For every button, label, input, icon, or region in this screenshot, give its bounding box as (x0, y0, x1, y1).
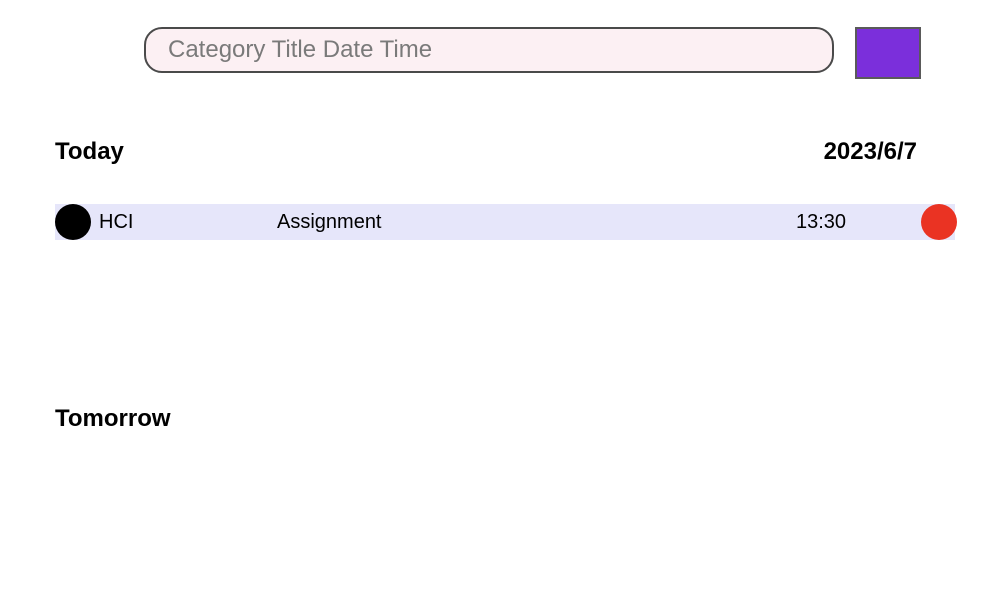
task-time: 13:30 (796, 211, 847, 233)
tomorrow-heading: Tomorrow (55, 405, 171, 432)
delete-task-button[interactable] (921, 204, 957, 240)
add-button[interactable] (855, 27, 921, 79)
search-input[interactable] (144, 27, 834, 73)
category-dot-icon (55, 204, 91, 240)
task-row[interactable]: HCI Assignment 13:30 (55, 204, 957, 240)
task-title: Assignment (277, 211, 382, 233)
today-date: 2023/6/7 (823, 138, 917, 165)
task-category: HCI (99, 211, 134, 233)
today-heading: Today (55, 138, 124, 165)
